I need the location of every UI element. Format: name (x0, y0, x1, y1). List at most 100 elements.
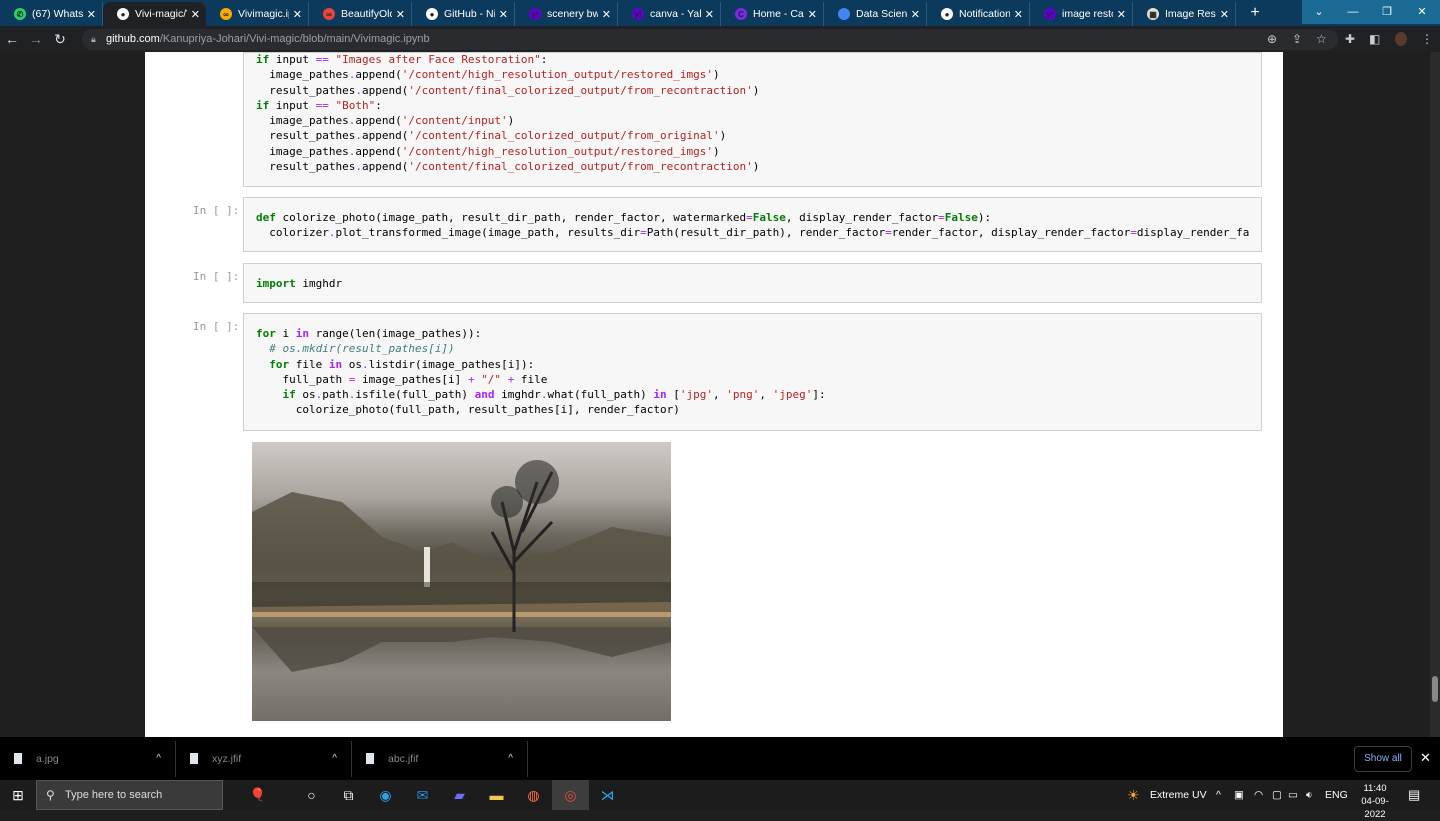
profile-avatar[interactable] (1395, 32, 1407, 46)
close-downloads-bar-icon[interactable]: ✕ (1420, 750, 1431, 766)
volume-icon[interactable]: 🔉︎ (1306, 780, 1313, 810)
chevron-up-icon[interactable]: ^ (156, 753, 161, 764)
code-editor[interactable]: def colorize_photo(image_path, result_di… (244, 198, 1261, 241)
extensions-icon[interactable]: ✚ (1345, 32, 1355, 46)
code-line: result_pathes.append('/content/final_col… (256, 83, 1249, 98)
code-token: 'jpeg' (772, 388, 813, 402)
battery-icon[interactable]: ▭ (1288, 780, 1298, 810)
code-token: image_pathes (256, 68, 349, 82)
tab[interactable]: y! image restoration ✕ (1030, 2, 1133, 26)
page-scrollbar[interactable] (1430, 52, 1440, 737)
close-tab-icon[interactable]: ✕ (1117, 8, 1126, 21)
close-window-button[interactable]: ✕ (1404, 0, 1440, 24)
download-item[interactable]: abc.jfif ^ (352, 740, 528, 777)
tab[interactable]: y! scenery bw - Yahoo ✕ (515, 2, 618, 26)
tab[interactable]: y! canva - Yahoo Search ✕ (618, 2, 721, 26)
file-icon (190, 753, 198, 764)
taskbar-search-box[interactable]: ⚲ Type here to search (36, 780, 223, 810)
tab-title: Home - Canva (753, 8, 804, 20)
close-tab-icon[interactable]: ✕ (911, 8, 920, 21)
minimize-button[interactable]: — (1336, 0, 1370, 24)
close-tab-icon[interactable]: ✕ (705, 8, 714, 21)
address-bar[interactable]: 🔒︎ github.com/Kanupriya-Johari/Vivi-magi… (82, 29, 1338, 50)
code-token: "/" (481, 372, 502, 386)
show-all-downloads-button[interactable]: Show all (1354, 746, 1412, 772)
close-tab-icon[interactable]: ✕ (499, 8, 508, 21)
mail-icon[interactable]: ✉ (404, 780, 441, 810)
tab[interactable]: ● Notifications ✕ (927, 2, 1030, 26)
code-token: + (467, 372, 475, 386)
chrome-icon[interactable]: ◎ (552, 780, 589, 810)
weather-text[interactable]: Extreme UV (1150, 780, 1207, 810)
tab[interactable]: ∞ BeautifyOldPhotos ✕ (309, 2, 412, 26)
download-filename: xyz.jfif (212, 752, 242, 765)
tab[interactable]: ✆ (67) WhatsApp ✕ (0, 2, 103, 26)
code-cell[interactable]: def colorize_photo(image_path, result_di… (243, 197, 1262, 252)
tab-title: (67) WhatsApp (32, 8, 83, 20)
wifi-icon[interactable]: ◠ (1254, 780, 1263, 810)
code-line: full_path = image_pathes[i] + "/" + file (256, 372, 1249, 387)
colab-icon: ∞ (323, 8, 335, 20)
close-tab-icon[interactable]: ✕ (87, 8, 96, 21)
cortana-icon[interactable]: ○ (293, 780, 330, 810)
code-editor[interactable]: if input == "Images after Face Restorati… (244, 53, 1261, 174)
url-path: /Kanupriya-Johari/Vivi-magic/blob/main/V… (159, 33, 430, 45)
tab[interactable]: Data Science ✕ (824, 2, 927, 26)
close-tab-icon[interactable]: ✕ (1220, 8, 1229, 21)
code-editor[interactable]: for i in range(len(image_pathes)): # os.… (244, 314, 1261, 418)
meet-now-icon[interactable]: ▣ (1234, 780, 1244, 810)
tab[interactable]: ∞ Vivimagic.ipynb ✕ (206, 2, 309, 26)
scrollbar-thumb[interactable] (1432, 676, 1438, 702)
code-token: ) (752, 160, 760, 174)
share-icon[interactable]: ⇪ (1292, 32, 1302, 46)
app-icon[interactable]: ▰ (441, 780, 478, 810)
vscode-icon[interactable]: ⋊ (589, 780, 626, 810)
chevron-up-icon[interactable]: ^ (508, 753, 513, 764)
tab-search-button[interactable]: ⌄ (1302, 0, 1336, 24)
close-tab-icon[interactable]: ✕ (396, 8, 405, 21)
side-panel-icon[interactable]: ◧ (1369, 32, 1380, 46)
clock[interactable]: 11:40 04-09-2022 (1352, 782, 1398, 820)
close-tab-icon[interactable]: ✕ (1014, 8, 1023, 21)
windows-start-icon[interactable]: ⊞ (0, 787, 36, 804)
close-tab-icon[interactable]: ✕ (808, 8, 817, 21)
code-token: result_pathes (256, 129, 356, 143)
notifications-icon[interactable]: ▤ (1408, 780, 1420, 810)
language-indicator[interactable]: ENG (1325, 780, 1348, 810)
edge-icon[interactable]: ◉ (367, 780, 404, 810)
restore-button[interactable]: ❐ (1370, 0, 1404, 24)
zoom-icon[interactable]: ⊕ (1267, 32, 1277, 46)
taskbar: ⊞ ⚲ Type here to search 🎈 ○ ⧉ ◉ ✉ ▰ ▬ ◍ … (0, 780, 1440, 810)
file-icon (366, 753, 374, 764)
tab-title: Data Science (856, 8, 907, 20)
task-view-icon[interactable]: ⧉ (330, 780, 367, 810)
tab[interactable]: C Home - Canva ✕ (721, 2, 824, 26)
code-cell[interactable]: for i in range(len(image_pathes)): # os.… (243, 313, 1262, 431)
show-hidden-icons[interactable]: ^ (1216, 780, 1221, 810)
menu-icon[interactable]: ⋮ (1421, 32, 1433, 46)
code-cell[interactable]: import imghdr (243, 263, 1262, 303)
camera-icon[interactable]: ▢ (1272, 780, 1282, 810)
yahoo-icon: y! (529, 8, 541, 20)
close-tab-icon[interactable]: ✕ (293, 8, 302, 21)
file-explorer-icon[interactable]: ▬ (478, 780, 515, 810)
tab[interactable]: ● GitHub - Nirvan ✕ (412, 2, 515, 26)
close-tab-icon[interactable]: ✕ (602, 8, 611, 21)
bookmark-star-icon[interactable]: ☆ (1316, 32, 1327, 46)
chevron-up-icon[interactable]: ^ (332, 753, 337, 764)
new-tab-button[interactable]: + (1242, 2, 1268, 26)
code-cell[interactable]: if input == "Images after Face Restorati… (243, 52, 1262, 187)
tab[interactable]: ● Vivi-magic/Vivimagic ✕ (103, 2, 206, 26)
back-icon[interactable]: ← (0, 31, 24, 47)
code-token: colorizer (256, 226, 329, 240)
firefox-icon[interactable]: ◍ (515, 780, 552, 810)
close-tab-icon[interactable]: ✕ (191, 8, 200, 21)
tab-title: Image Restoration (1165, 8, 1216, 20)
code-token: : (540, 53, 548, 66)
code-editor[interactable]: import imghdr (244, 264, 1261, 291)
tab[interactable]: ▦ Image Restoration ✕ (1133, 2, 1236, 26)
download-item[interactable]: a.jpg ^ (0, 740, 176, 777)
download-item[interactable]: xyz.jfif ^ (176, 740, 352, 777)
forward-icon[interactable]: → (24, 31, 48, 47)
reload-icon[interactable]: ↻ (48, 31, 72, 48)
